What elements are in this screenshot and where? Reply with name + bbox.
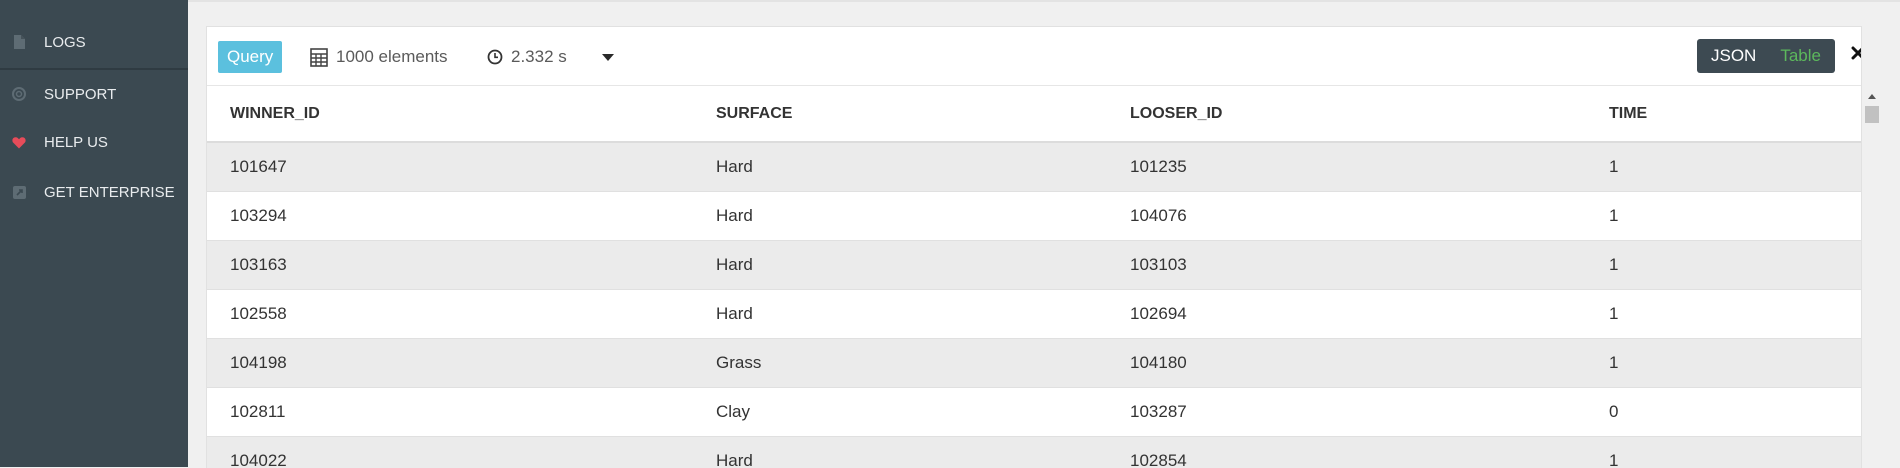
cell-surface: Hard: [716, 206, 753, 225]
close-icon[interactable]: [1850, 45, 1861, 65]
sidebar-item-label: GET ENTERPRISE: [44, 183, 175, 201]
cell-winner-id: 103163: [230, 255, 287, 274]
cell-time: 1: [1609, 451, 1619, 468]
cell-looser-id: 104180: [1130, 353, 1187, 372]
cell-looser-id: 103287: [1130, 402, 1187, 421]
table-row[interactable]: 102558 Hard 102694 1: [207, 290, 1861, 339]
column-header-surface[interactable]: SURFACE: [716, 86, 792, 141]
heart-icon: [12, 135, 26, 149]
vertical-scrollbar[interactable]: [1861, 86, 1862, 468]
elements-count: 1000 elements: [310, 41, 448, 73]
sidebar-item-logs[interactable]: LOGS: [0, 22, 188, 62]
result-toolbar: Query 1000 elements 2.332 s JSON Table: [207, 27, 1861, 86]
cell-surface: Clay: [716, 402, 751, 421]
cell-surface: Hard: [716, 304, 753, 323]
cell-surface: Grass: [716, 353, 762, 372]
cell-time: 0: [1609, 402, 1619, 421]
table-row[interactable]: 101647 Hard 101235 1: [207, 143, 1861, 192]
cell-surface: Hard: [716, 451, 753, 468]
query-time-label: 2.332 s: [511, 47, 567, 66]
sidebar-item-get-enterprise[interactable]: GET ENTERPRISE: [0, 172, 188, 212]
scroll-up-icon[interactable]: [1868, 94, 1876, 99]
cell-time: 1: [1609, 304, 1619, 323]
cell-winner-id: 104022: [230, 451, 287, 468]
cell-time: 1: [1609, 353, 1619, 372]
scrollbar-track[interactable]: [1864, 92, 1880, 132]
scrollbar-thumb[interactable]: [1865, 106, 1879, 123]
clock-icon: [487, 49, 503, 65]
table-row[interactable]: 104022 Hard 102854 1: [207, 437, 1861, 468]
lifebuoy-icon: [12, 87, 26, 101]
elements-count-label: 1000 elements: [336, 47, 448, 66]
table-row[interactable]: 103294 Hard 104076 1: [207, 192, 1861, 241]
sidebar-item-label: HELP US: [44, 133, 108, 151]
cell-looser-id: 104076: [1130, 206, 1187, 225]
json-view-button[interactable]: JSON: [1711, 46, 1756, 66]
cell-winner-id: 104198: [230, 353, 287, 372]
sidebar-item-label: LOGS: [44, 33, 86, 51]
cell-time: 1: [1609, 255, 1619, 274]
sidebar-item-support[interactable]: SUPPORT: [0, 74, 188, 114]
calculator-icon: [310, 47, 328, 67]
cell-looser-id: 102854: [1130, 451, 1187, 468]
column-header-time[interactable]: TIME: [1609, 86, 1647, 141]
cell-winner-id: 101647: [230, 157, 287, 176]
cell-winner-id: 103294: [230, 206, 287, 225]
sidebar-item-label: SUPPORT: [44, 85, 117, 103]
document-icon: [12, 35, 26, 49]
cell-surface: Hard: [716, 157, 753, 176]
sidebar-item-help-us[interactable]: HELP US: [0, 122, 188, 162]
chevron-down-icon[interactable]: [602, 54, 614, 61]
column-header-looser-id[interactable]: LOOSER_ID: [1130, 86, 1222, 141]
table-row[interactable]: 104198 Grass 104180 1: [207, 339, 1861, 388]
cell-winner-id: 102811: [230, 402, 286, 421]
cell-surface: Hard: [716, 255, 753, 274]
table-row[interactable]: 102811 Clay 103287 0: [207, 388, 1861, 437]
query-button[interactable]: Query: [218, 41, 283, 73]
cell-looser-id: 102694: [1130, 304, 1187, 323]
results-table: WINNER_ID SURFACE LOOSER_ID TIME 101647 …: [207, 86, 1861, 468]
cell-looser-id: 103103: [1130, 255, 1187, 274]
table-row[interactable]: 103163 Hard 103103 1: [207, 241, 1861, 290]
sidebar-divider: [0, 68, 188, 70]
cell-looser-id: 101235: [1130, 157, 1187, 176]
column-header-winner-id[interactable]: WINNER_ID: [230, 86, 320, 141]
external-link-icon: [12, 185, 26, 199]
cell-winner-id: 102558: [230, 304, 287, 323]
table-header: WINNER_ID SURFACE LOOSER_ID TIME: [207, 86, 1861, 143]
cell-time: 1: [1609, 157, 1619, 176]
table-view-button[interactable]: Table: [1780, 46, 1821, 66]
sidebar: LOGS SUPPORT HELP US GET ENTERPRISE: [0, 0, 188, 467]
cell-time: 1: [1609, 206, 1619, 225]
main-top-border: [188, 0, 1900, 2]
query-time: 2.332 s: [487, 41, 567, 73]
view-toggle: JSON Table: [1697, 39, 1835, 73]
result-panel: Query 1000 elements 2.332 s JSON Table W…: [206, 26, 1862, 468]
